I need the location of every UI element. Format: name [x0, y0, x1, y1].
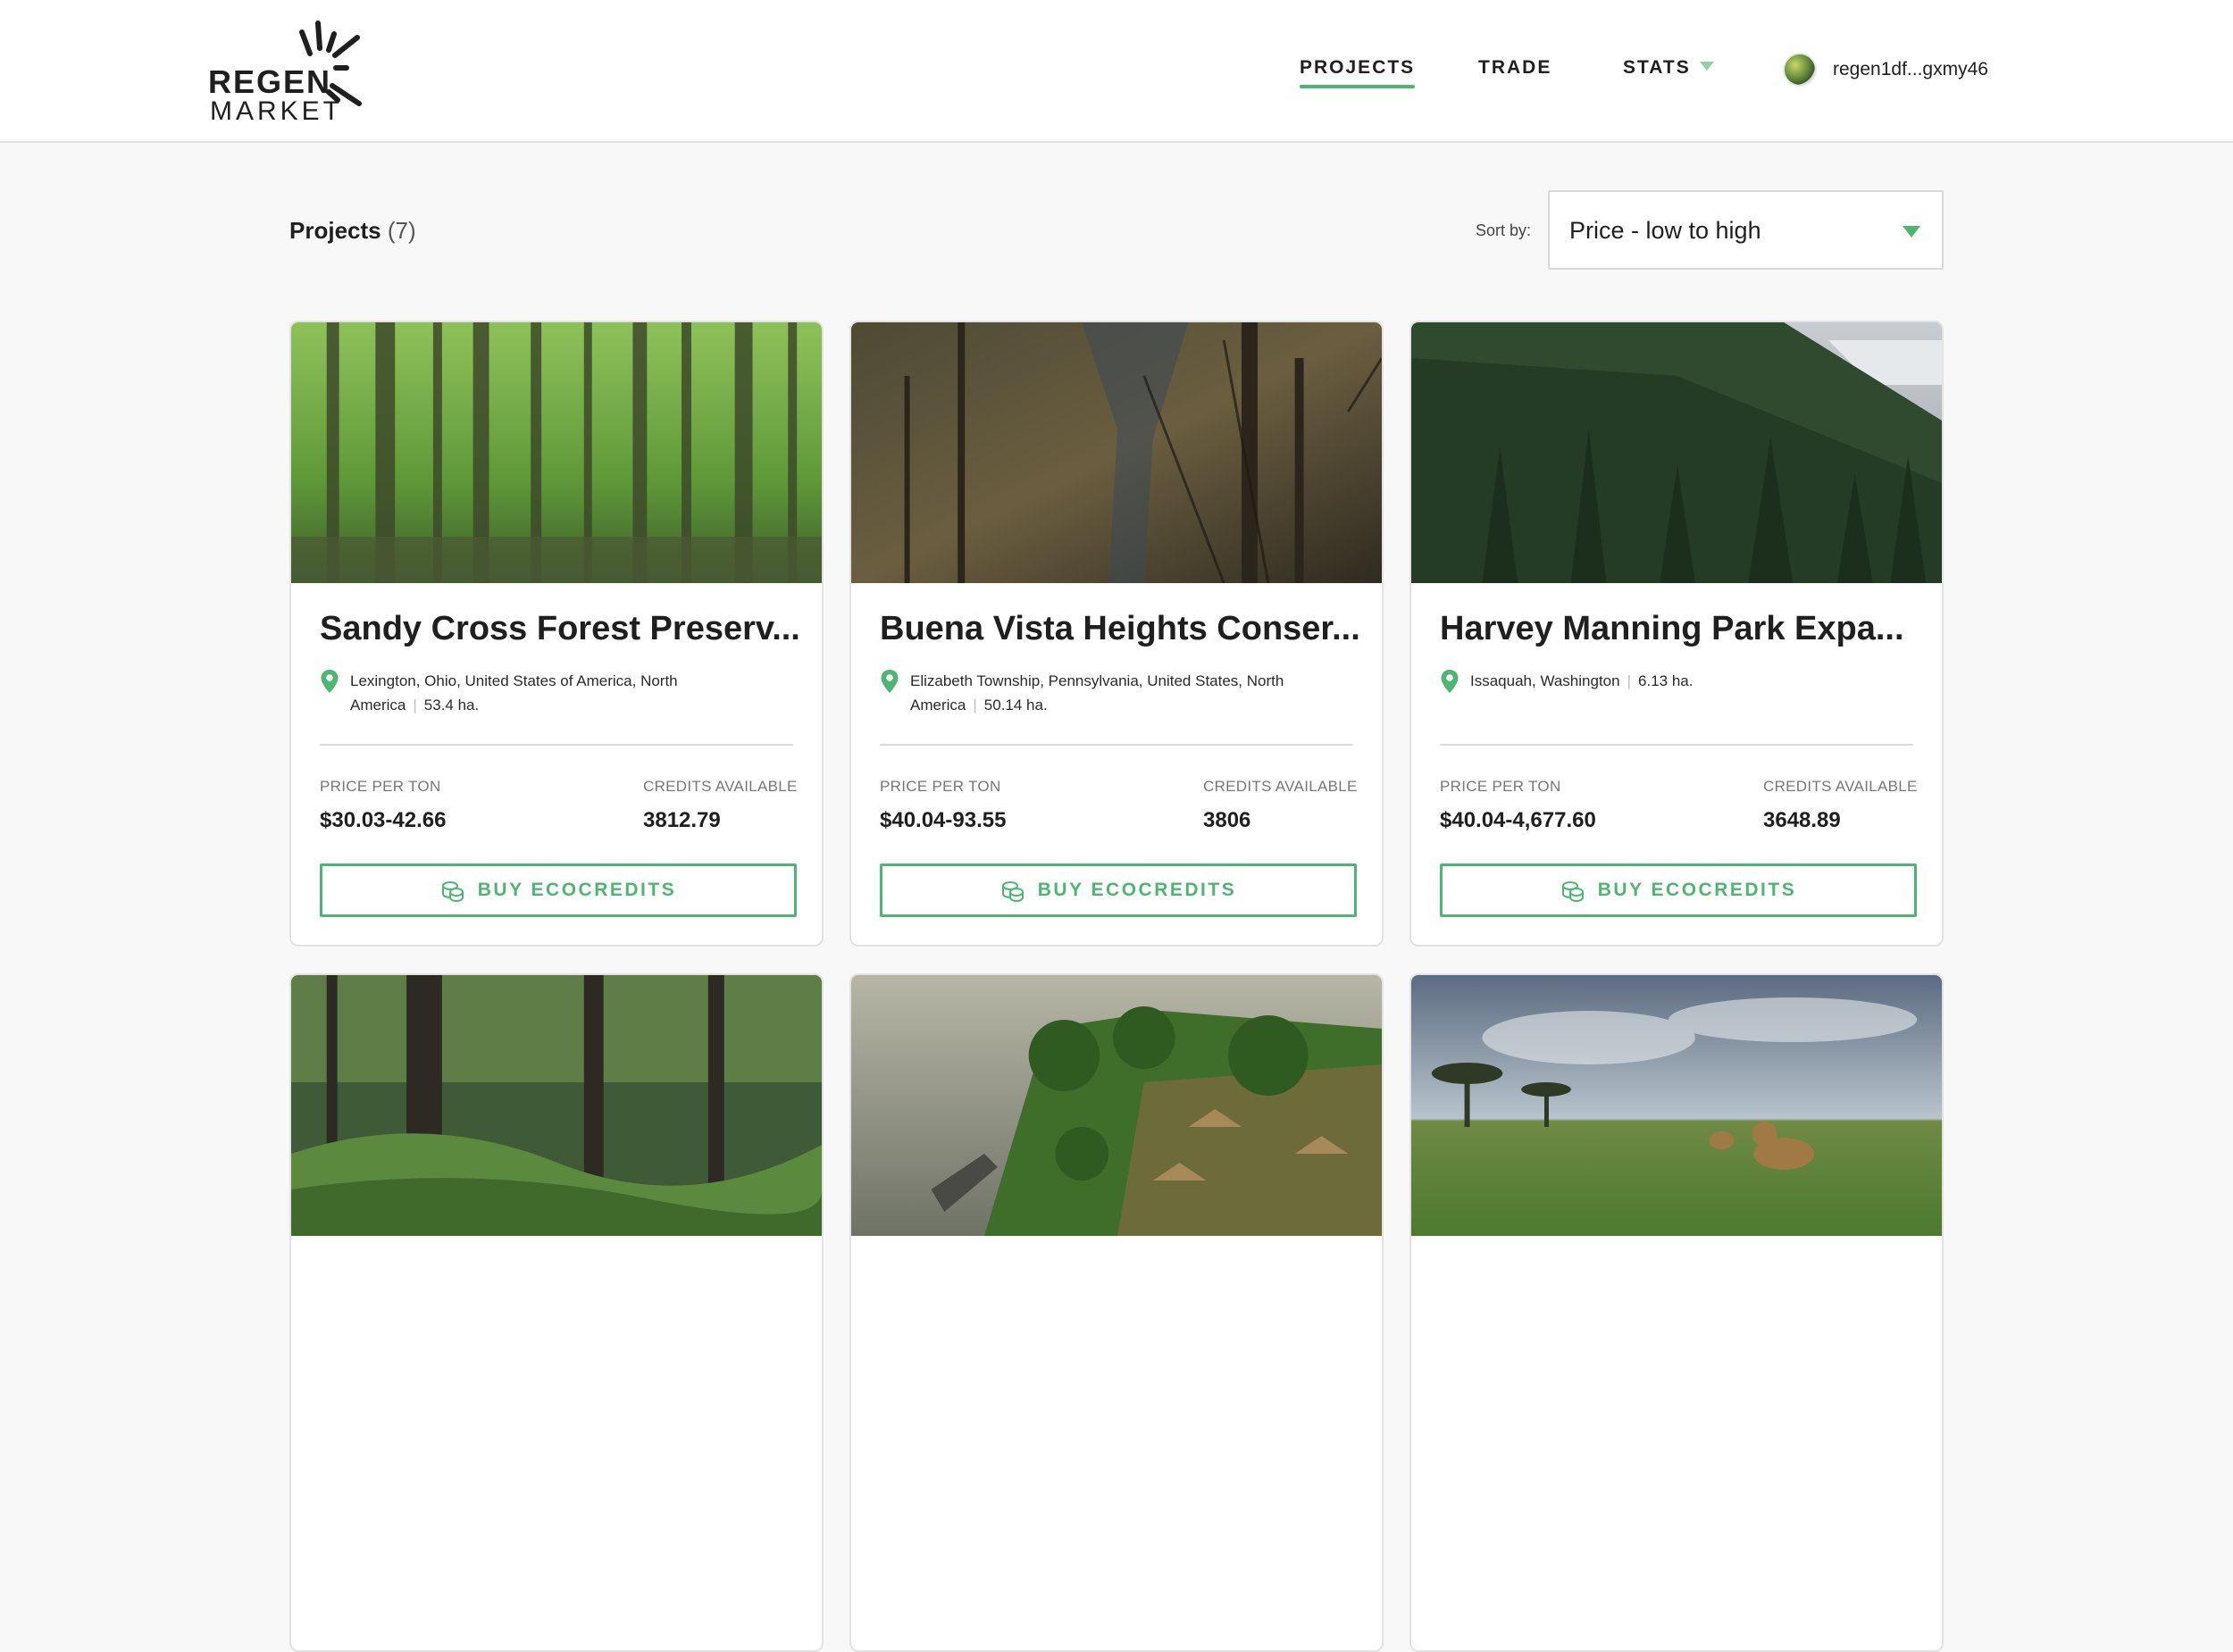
logo-wordmark-top: REGEN [208, 63, 332, 100]
project-image-fern-forest [291, 975, 822, 1236]
divider [320, 744, 793, 746]
project-card[interactable] [1409, 973, 1944, 1652]
buy-ecocredits-label: BUY ECOCREDITS [1597, 880, 1797, 900]
sort-select[interactable]: Price - low to high [1548, 190, 1944, 270]
credits-value: 3648.89 [1763, 808, 1841, 832]
location-text: Elizabeth Township, Pennsylvania, United… [910, 672, 1284, 713]
price-value: $40.04-93.55 [880, 808, 1007, 832]
location-pin-icon [881, 670, 899, 693]
nav-stats[interactable]: STATS [1623, 57, 1714, 79]
project-location: Lexington, Ohio, United States of Americ… [320, 669, 784, 717]
credits-value: 3812.79 [643, 808, 721, 832]
location-pin-icon [321, 670, 339, 693]
project-title[interactable]: Sandy Cross Forest Preserv... [320, 610, 802, 648]
credits-label: CREDITS AVAILABLE [1763, 778, 1918, 795]
project-card[interactable] [849, 973, 1384, 1652]
ecocredits-icon [1561, 881, 1584, 903]
location-pin-icon [1441, 670, 1459, 693]
project-image-river-village [851, 975, 1382, 1236]
price-value: $40.04-4,677.60 [1440, 808, 1596, 832]
divider [880, 744, 1353, 746]
price-value: $30.03-42.66 [320, 808, 447, 832]
ecocredits-icon [441, 881, 464, 903]
area-text: 6.13 ha. [1638, 672, 1694, 689]
location-text: Lexington, Ohio, United States of Americ… [350, 672, 678, 713]
project-card[interactable] [289, 973, 824, 1652]
project-card[interactable]: Harvey Manning Park Expa... Issaquah, Wa… [1409, 321, 1944, 947]
price-label: PRICE PER TON [1440, 778, 1561, 795]
logo-wordmark-bottom: MARKET [210, 96, 344, 126]
sort-selected-value: Price - low to high [1569, 217, 1761, 244]
project-image-savanna [1411, 975, 1942, 1236]
chevron-down-icon [1699, 62, 1714, 71]
project-location: Elizabeth Township, Pennsylvania, United… [880, 669, 1344, 717]
nav-trade[interactable]: TRADE [1478, 57, 1551, 79]
sort-label: Sort by: [1476, 221, 1532, 239]
price-label: PRICE PER TON [320, 778, 441, 795]
chevron-down-icon [1903, 226, 1920, 238]
price-label: PRICE PER TON [880, 778, 1001, 795]
project-card[interactable]: Sandy Cross Forest Preserv... Lexington,… [289, 321, 824, 947]
project-card[interactable]: Buena Vista Heights Conser... Elizabeth … [849, 321, 1384, 947]
project-title[interactable]: Harvey Manning Park Expa... [1440, 610, 1922, 648]
nav-stats-label: STATS [1623, 57, 1691, 78]
area-text: 50.14 ha. [983, 697, 1048, 713]
project-count: (7) [387, 217, 416, 244]
area-text: 53.4 ha. [423, 697, 480, 713]
ecocredits-icon [1001, 881, 1024, 903]
buy-ecocredits-button[interactable]: BUY ECOCREDITS [880, 864, 1357, 917]
credits-label: CREDITS AVAILABLE [643, 778, 798, 795]
account-menu[interactable]: regen1df...gxmy46 [1783, 52, 1988, 88]
location-text: Issaquah, Washington [1470, 672, 1620, 689]
credits-value: 3806 [1203, 808, 1251, 832]
buy-ecocredits-button[interactable]: BUY ECOCREDITS [320, 864, 797, 917]
project-image-forest [291, 322, 822, 583]
buy-ecocredits-label: BUY ECOCREDITS [477, 880, 677, 900]
buy-ecocredits-label: BUY ECOCREDITS [1037, 880, 1237, 900]
page-title: Projects (7) [289, 217, 416, 245]
project-image-hillside [1411, 322, 1942, 583]
divider [1440, 744, 1913, 746]
page-title-label: Projects [289, 217, 381, 244]
top-navbar: REGEN MARKET PROJECTS TRADE STATS regen1… [0, 0, 2233, 143]
avatar [1783, 53, 1817, 87]
credits-label: CREDITS AVAILABLE [1203, 778, 1358, 795]
project-location: Issaquah, Washington | 6.13 ha. [1440, 669, 1904, 694]
regen-market-logo[interactable]: REGEN MARKET [208, 14, 378, 126]
project-image-ravine [851, 322, 1382, 583]
buy-ecocredits-button[interactable]: BUY ECOCREDITS [1440, 864, 1917, 917]
nav-projects[interactable]: PROJECTS [1300, 57, 1416, 88]
project-title[interactable]: Buena Vista Heights Conser... [880, 610, 1362, 648]
account-address: regen1df...gxmy46 [1833, 59, 1988, 79]
